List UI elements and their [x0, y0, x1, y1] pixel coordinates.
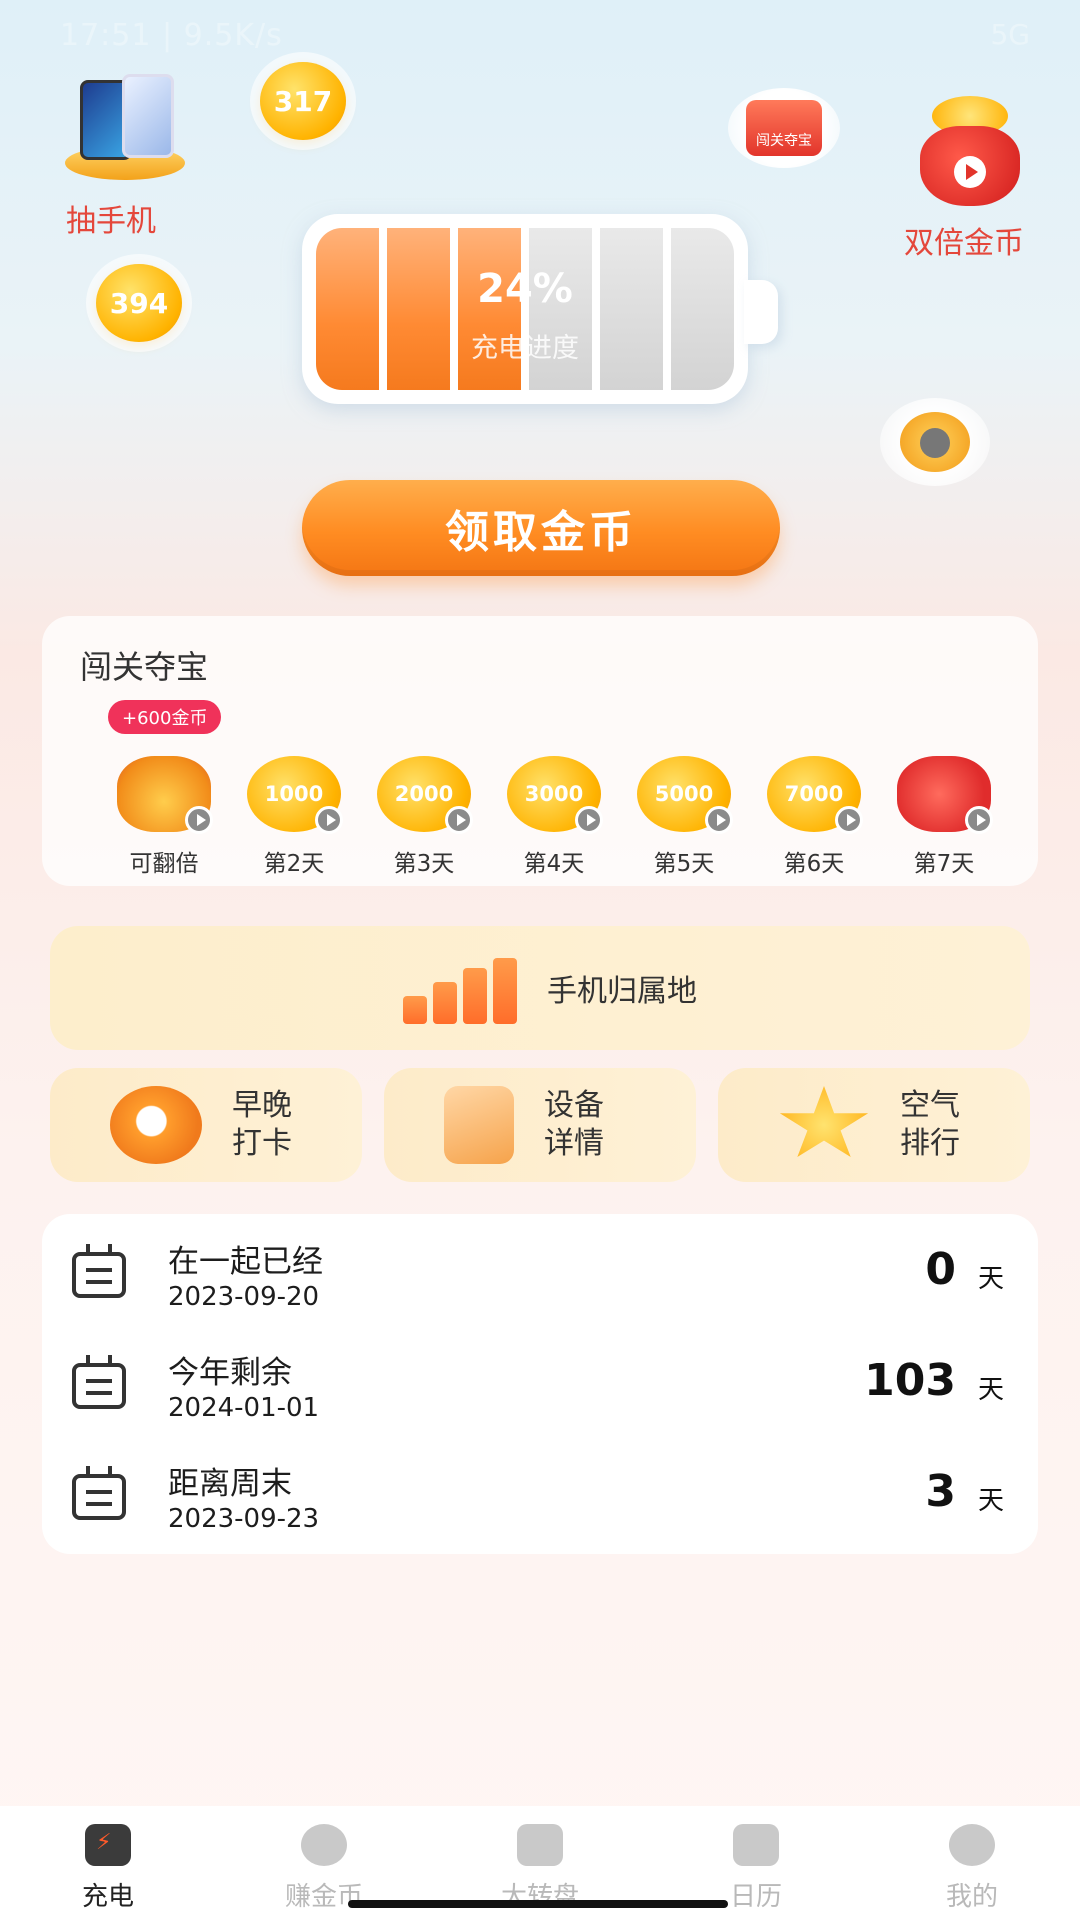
coin-icon: 2000	[377, 756, 473, 834]
nav-charge[interactable]: 充电	[0, 1806, 216, 1920]
counter-row[interactable]: 距离周末 2023-09-23 3 天	[42, 1440, 1038, 1550]
status-bar: 17:51 | 9.5K/s 5G	[0, 0, 1080, 70]
double-coins-label[interactable]: 双倍金币	[904, 218, 1024, 262]
air-ranking-line1: 空气	[900, 1088, 960, 1123]
alarm-clock-icon	[110, 1086, 202, 1164]
status-time: 17:51 | 9.5K/s	[60, 18, 283, 53]
coin-amount: 2000	[394, 782, 454, 806]
counter-unit: 天	[977, 1486, 1004, 1516]
counter-name: 今年剩余	[168, 1355, 292, 1391]
star-icon	[779, 1086, 869, 1157]
counter-row[interactable]: 在一起已经 2023-09-20 0 天	[42, 1218, 1038, 1328]
nav-label: 日历	[729, 1882, 782, 1912]
coin-icon: 1000	[247, 756, 343, 834]
day-reward[interactable]: 5000 第5天	[624, 756, 744, 878]
nav-profile[interactable]: 我的	[864, 1806, 1080, 1920]
coin-amount: 1000	[264, 782, 324, 806]
calendar-icon	[72, 1466, 126, 1520]
treasure-trophy-label: 闯关夺宝	[746, 100, 822, 156]
coin-amount: 3000	[524, 782, 584, 806]
calendar-icon	[733, 1824, 779, 1866]
nav-label: 我的	[945, 1882, 998, 1912]
floating-coin-2[interactable]: 394	[96, 264, 182, 342]
play-icon	[575, 806, 603, 834]
day-label: 第6天	[783, 851, 845, 877]
counter-date: 2023-09-20	[168, 1282, 320, 1312]
charge-percent: 24%	[477, 266, 573, 312]
gold-pile-icon	[117, 756, 213, 834]
counter-value: 3	[925, 1466, 956, 1517]
battery-cap	[744, 280, 778, 344]
charge-icon	[85, 1824, 131, 1866]
day-label: 第3天	[393, 851, 455, 877]
charge-subtitle: 充电进度	[471, 333, 579, 364]
play-icon	[315, 806, 343, 834]
phone-location-label: 手机归属地	[547, 974, 697, 1009]
phone-lottery-icon[interactable]	[60, 70, 190, 180]
day-reward[interactable]: 可翻倍	[104, 756, 224, 878]
day-reward[interactable]: 第7天	[884, 756, 1004, 878]
phone-icon	[444, 1086, 514, 1164]
counter-name: 距离周末	[168, 1466, 292, 1502]
calendar-icon	[72, 1244, 126, 1298]
day-reward[interactable]: 3000 第4天	[494, 756, 614, 878]
counter-value: 103	[864, 1355, 956, 1406]
phone-location-card[interactable]: 手机归属地	[50, 926, 1030, 1050]
play-icon	[185, 806, 213, 834]
day-label: 可翻倍	[129, 851, 199, 877]
counter-date: 2023-09-23	[168, 1504, 320, 1534]
coin-amount: 7000	[784, 782, 844, 806]
check-in-line1: 早晚	[232, 1088, 292, 1123]
alarm-clock-icon[interactable]	[880, 398, 990, 486]
counter-unit: 天	[977, 1375, 1004, 1405]
red-bag-icon[interactable]	[918, 96, 1022, 206]
check-in-tile[interactable]: 早晚 打卡	[50, 1068, 362, 1182]
day-label: 第7天	[913, 851, 975, 877]
device-info-line1: 设备	[544, 1088, 604, 1123]
day-counters-card: 在一起已经 2023-09-20 0 天 今年剩余 2024-01-01 103…	[42, 1214, 1038, 1554]
coin-pot-icon	[301, 1824, 347, 1866]
coin-icon: 3000	[507, 756, 603, 834]
play-icon	[965, 806, 993, 834]
status-signal: 5G	[990, 18, 1030, 51]
device-info-line2: 详情	[544, 1126, 604, 1161]
day-label: 第4天	[523, 851, 585, 877]
user-icon	[949, 1824, 995, 1866]
day-reward[interactable]: 2000 第3天	[364, 756, 484, 878]
day-reward-row: 可翻倍 1000 第2天 2000 第3天 3000 第4天 5000 第5天 7000 第6天 第7…	[104, 756, 1004, 878]
play-icon	[705, 806, 733, 834]
counter-date: 2024-01-01	[168, 1393, 320, 1423]
day-label: 第2天	[263, 851, 325, 877]
treasure-card: 闯关夺宝 +600金币 可翻倍 1000 第2天 2000 第3天 3000 第4天 5000…	[42, 616, 1038, 886]
charging-battery: 24% 充电进度	[302, 214, 778, 404]
nav-label: 充电	[81, 1882, 134, 1912]
trophy-icon	[517, 1824, 563, 1866]
day-label: 第5天	[653, 851, 715, 877]
day-reward[interactable]: 7000 第6天	[754, 756, 874, 878]
claim-coins-button[interactable]: 领取金币	[302, 480, 780, 576]
coin-icon: 5000	[637, 756, 733, 834]
device-info-tile[interactable]: 设备 详情	[384, 1068, 696, 1182]
phone-lottery-label[interactable]: 抽手机	[66, 196, 156, 240]
bonus-badge: +600金币	[108, 700, 222, 734]
check-in-line2: 打卡	[232, 1126, 292, 1161]
treasure-trophy-icon[interactable]: 闯关夺宝	[728, 88, 840, 168]
treasure-title: 闯关夺宝	[80, 648, 209, 686]
air-ranking-tile[interactable]: 空气 排行	[718, 1068, 1030, 1182]
coin-amount: 5000	[654, 782, 714, 806]
counter-name: 在一起已经	[168, 1244, 323, 1280]
play-icon	[445, 806, 473, 834]
red-bag-icon	[897, 756, 993, 834]
counter-value: 0	[925, 1244, 956, 1295]
air-ranking-line2: 排行	[900, 1126, 960, 1161]
calendar-icon	[72, 1355, 126, 1409]
counter-row[interactable]: 今年剩余 2024-01-01 103 天	[42, 1329, 1038, 1439]
day-reward[interactable]: 1000 第2天	[234, 756, 354, 878]
counter-unit: 天	[977, 1264, 1004, 1294]
floating-coin-1[interactable]: 317	[260, 62, 346, 140]
coin-icon: 7000	[767, 756, 863, 834]
play-icon	[835, 806, 863, 834]
home-indicator[interactable]	[348, 1900, 728, 1908]
bar-chart-icon	[383, 948, 523, 1028]
